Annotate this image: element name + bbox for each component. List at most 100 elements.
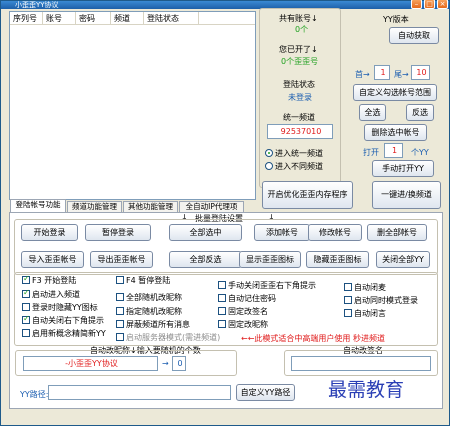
custom-yy-path-button[interactable]: 自定义YY路径 xyxy=(236,384,295,401)
option-enter-channel[interactable]: 启动进入频道 xyxy=(22,288,80,300)
total-accounts-label: 共有账号↓ xyxy=(279,14,318,23)
option-fixed-nickname[interactable]: 固定改昵称 xyxy=(218,320,268,330)
option-label: 启动服务器模式(需进频道) xyxy=(126,333,221,342)
close-button[interactable]: × xyxy=(437,0,448,9)
radio-dot-icon xyxy=(265,162,273,170)
delete-all-accounts-button[interactable]: 删全部帐号 xyxy=(367,224,427,241)
option-label: 自动记住密码 xyxy=(228,294,276,303)
tab-login-accounts[interactable]: 登陆帐号功能 xyxy=(10,199,66,212)
option-label: 全部随机改昵称 xyxy=(126,293,182,302)
opened-value: 0个歪歪号 xyxy=(281,57,319,66)
column-header[interactable]: 账号 xyxy=(43,12,76,24)
channel-input[interactable]: 92537010 xyxy=(267,124,333,139)
head-input[interactable]: 1 xyxy=(374,65,390,80)
option-label: 启动进入频道 xyxy=(32,290,80,299)
tab-panel-login: ↓ 批量登陆设置 ↓ 开始登录 暂停登录 全部选中 添加帐号 修改帐号 删全部帐… xyxy=(9,212,443,409)
channel-label: 统一频道 xyxy=(283,113,315,122)
watermark: 最需教育 xyxy=(328,379,405,401)
window-title: 小歪歪YY协议 xyxy=(15,1,59,9)
radio-dot-icon xyxy=(265,149,273,157)
open-count-input[interactable]: 1 xyxy=(384,143,403,158)
signature-input[interactable] xyxy=(291,356,431,371)
radio-different-channel[interactable]: 进入不同频道 xyxy=(265,161,323,172)
option-label: 屏蔽频道所有消息 xyxy=(126,320,190,329)
checkbox-icon xyxy=(218,294,226,302)
option-label: 启用新概念精简新YY xyxy=(32,329,106,338)
yy-path-label: YY路径: xyxy=(20,390,49,399)
select-all-button[interactable]: 全选 xyxy=(359,104,386,121)
hide-yy-icons-button[interactable]: 隐藏歪歪图标 xyxy=(306,251,369,268)
nickname-count-input[interactable]: 0 xyxy=(172,356,186,371)
delete-selected-button[interactable]: 删除选中帐号 xyxy=(364,124,427,141)
option-lite-yy[interactable]: 启用新概念精简新YY xyxy=(22,329,106,339)
option-hide-yy-icon[interactable]: 登录时隐藏YY图标 xyxy=(22,303,98,313)
option-auto-mute-chat[interactable]: 自动闭言 xyxy=(344,309,386,319)
nickname-input[interactable]: -小歪歪YY协议 xyxy=(23,356,158,371)
checkbox-icon xyxy=(22,274,30,284)
checkbox-icon xyxy=(344,283,352,291)
title-bar: 小歪歪YY协议 – □ × xyxy=(1,0,449,9)
checkbox-icon xyxy=(344,296,352,304)
select-all-accounts-button[interactable]: 全部选中 xyxy=(169,224,242,241)
option-label: 指定随机改昵称 xyxy=(126,307,182,316)
option-auto-mute-mic[interactable]: 自动闭麦 xyxy=(344,283,386,293)
tab-ip-proxy[interactable]: 全自动IP代理项 xyxy=(179,201,244,212)
checkbox-icon xyxy=(116,333,124,341)
checkbox-icon xyxy=(218,307,226,315)
option-label: 自动关闭右下角提示 xyxy=(32,316,104,325)
checkbox-icon xyxy=(116,320,124,328)
tail-label: 尾→ xyxy=(394,70,409,79)
manual-open-button[interactable]: 手动打开YY xyxy=(372,160,434,177)
tab-other-management[interactable]: 其他功能管理 xyxy=(123,201,178,212)
option-server-mode[interactable]: 启动服务器模式(需进频道) xyxy=(116,333,220,343)
column-header[interactable]: 频道 xyxy=(111,12,144,24)
option-manual-close-tray-tip[interactable]: 手动关闭歪歪右下角提示 xyxy=(218,281,316,291)
pause-login-button[interactable]: 暂停登录 xyxy=(85,224,151,241)
option-block-channel-messages[interactable]: 屏蔽频道所有消息 xyxy=(116,320,190,330)
checkbox-icon xyxy=(344,309,352,317)
export-accounts-button[interactable]: 导出歪歪帐号 xyxy=(90,251,153,268)
optimize-memory-button[interactable]: 开启优化歪歪内存程序 xyxy=(262,181,353,209)
one-click-switch-button[interactable]: 一键进/换频道 xyxy=(372,181,441,209)
show-yy-icons-button[interactable]: 显示歪歪图标 xyxy=(239,251,301,268)
modify-account-button[interactable]: 修改帐号 xyxy=(308,224,362,241)
option-remember-password[interactable]: 自动记住密码 xyxy=(218,294,276,304)
close-all-yy-button[interactable]: 关闭全部YY xyxy=(376,251,430,268)
option-random-nickname-specified[interactable]: 指定随机改昵称 xyxy=(116,307,182,317)
invert-all-button[interactable]: 全部反选 xyxy=(169,251,242,268)
checkbox-icon xyxy=(116,276,124,284)
option-fixed-signature[interactable]: 固定改签名 xyxy=(218,307,268,317)
start-login-button[interactable]: 开始登录 xyxy=(21,224,78,241)
tail-input[interactable]: 10 xyxy=(411,65,430,80)
tab-channel-management[interactable]: 频道功能管理 xyxy=(67,201,122,212)
radio-unified-channel[interactable]: 进入统一频道 xyxy=(265,148,323,159)
add-account-button[interactable]: 添加帐号 xyxy=(254,224,310,241)
auto-get-version-button[interactable]: 自动获取 xyxy=(389,27,439,44)
option-label: 手动关闭歪歪右下角提示 xyxy=(228,281,316,290)
app-window: 小歪歪YY协议 – □ × 序列号 账号 密码 频道 登陆状态 共有账号↓ 0个… xyxy=(0,0,450,426)
option-random-nickname-all[interactable]: 全部随机改昵称 xyxy=(116,293,182,303)
column-header[interactable]: 序列号 xyxy=(10,12,43,24)
column-header[interactable]: 登陆状态 xyxy=(144,12,199,24)
checkbox-icon xyxy=(116,307,124,315)
opened-label: 您已开了↓ xyxy=(279,45,318,54)
maximize-button[interactable]: □ xyxy=(424,0,435,9)
option-simultaneous-login[interactable]: 启动同时模式登录 xyxy=(344,296,418,306)
option-label: 固定改昵称 xyxy=(228,320,268,329)
account-list-header: 序列号 账号 密码 频道 登陆状态 xyxy=(10,12,255,25)
option-label: F3 开始登陆 xyxy=(32,276,77,285)
option-f3-start-login[interactable]: F3 开始登陆 xyxy=(22,274,77,286)
column-header[interactable]: 密码 xyxy=(76,12,111,24)
custom-range-button[interactable]: 自定义勾选帐号范围 xyxy=(353,84,437,101)
import-accounts-button[interactable]: 导入歪歪帐号 xyxy=(21,251,84,268)
option-close-tray-tip[interactable]: 自动关闭右下角提示 xyxy=(22,314,104,326)
minimize-button[interactable]: – xyxy=(411,0,422,9)
account-list[interactable]: 序列号 账号 密码 频道 登陆状态 xyxy=(9,11,256,200)
yy-path-input[interactable] xyxy=(48,385,231,400)
total-accounts-value: 0个 xyxy=(295,25,309,34)
option-label: 自动闭麦 xyxy=(354,283,386,292)
arrow-right-icon: → xyxy=(162,359,169,368)
option-f4-pause-login[interactable]: F4 暂停登陆 xyxy=(116,276,170,286)
option-label: 登录时隐藏YY图标 xyxy=(32,303,98,312)
invert-selection-button[interactable]: 反选 xyxy=(406,104,434,121)
